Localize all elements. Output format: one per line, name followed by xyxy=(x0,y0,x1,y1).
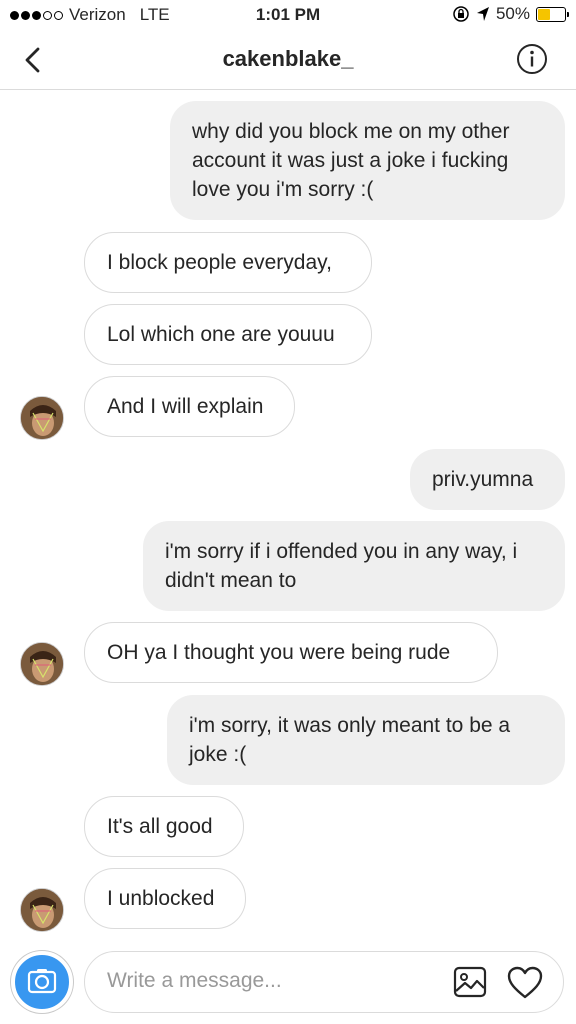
camera-icon xyxy=(27,969,57,994)
heart-icon[interactable] xyxy=(507,966,543,1000)
avatar-photo xyxy=(21,397,63,439)
avatar-photo xyxy=(21,643,63,685)
message-bubble-incoming[interactable]: And I will explain xyxy=(84,376,295,437)
message-bubble-outgoing[interactable]: why did you block me on my other account… xyxy=(170,101,565,220)
message-bubble-outgoing[interactable]: i'm sorry if i offended you in any way, … xyxy=(143,521,565,611)
info-icon[interactable] xyxy=(516,43,548,75)
camera-button[interactable] xyxy=(11,951,73,1013)
conversation-title[interactable]: cakenblake_ xyxy=(0,46,576,72)
avatar[interactable] xyxy=(20,888,64,932)
message-input[interactable]: Write a message... xyxy=(107,969,282,993)
message-bubble-incoming[interactable]: It's all good xyxy=(84,796,244,857)
avatar[interactable] xyxy=(20,642,64,686)
gallery-icon[interactable] xyxy=(453,966,487,998)
status-bar: Verizon LTE 1:01 PM 50% xyxy=(0,0,576,30)
message-composer[interactable]: Write a message... xyxy=(84,951,564,1013)
location-arrow-icon xyxy=(476,7,489,21)
avatar[interactable] xyxy=(20,396,64,440)
rotation-lock-icon xyxy=(453,6,469,22)
chat-header: cakenblake_ xyxy=(0,30,576,90)
avatar-photo xyxy=(21,889,63,931)
battery-icon xyxy=(536,6,569,22)
status-right: 50% xyxy=(452,4,569,24)
message-bubble-incoming[interactable]: Lol which one are youuu xyxy=(84,304,372,365)
message-bubble-incoming[interactable]: I block people everyday, xyxy=(84,232,372,293)
battery-percent: 50% xyxy=(495,4,530,23)
battery-fill xyxy=(538,8,550,20)
message-bubble-outgoing[interactable]: i'm sorry, it was only meant to be a jok… xyxy=(167,695,565,785)
message-bubble-incoming[interactable]: I unblocked xyxy=(84,868,246,929)
message-bubble-incoming[interactable]: OH ya I thought you were being rude xyxy=(84,622,498,683)
message-bubble-outgoing[interactable]: priv.yumna xyxy=(410,449,565,510)
